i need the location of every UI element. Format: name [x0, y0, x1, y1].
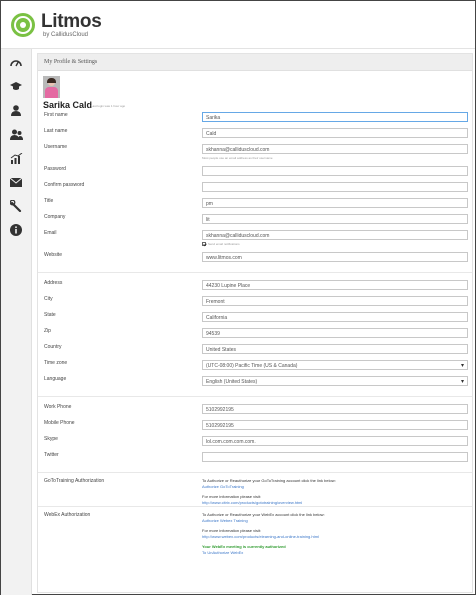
unauthorize-webex-link[interactable]: To UnAuthorize WebEx [202, 550, 243, 555]
zip-input[interactable]: 94539 [202, 328, 468, 338]
work-phone-label: Work Phone [44, 404, 72, 410]
authorize-gototraining-link[interactable]: Authorize GoToTraining [202, 484, 244, 489]
gototraining-intro: To Authorize or Reauthorize your GoToTra… [202, 478, 336, 483]
litmos-logo-icon[interactable] [11, 13, 35, 37]
webex-intro: To Authorize or Reauthorize your WebEx a… [202, 512, 325, 517]
checkbox-icon[interactable] [202, 242, 206, 246]
last-name-label: Last name [44, 128, 68, 134]
language-select[interactable]: English (United States) [202, 376, 468, 386]
section-divider [38, 472, 472, 473]
section-divider [38, 396, 472, 397]
profile-settings-panel: My Profile & Settings Sarika Cald Last l… [37, 53, 473, 593]
city-label: City [44, 296, 53, 302]
time-zone-select[interactable]: (UTC-08:00) Pacific Time (US & Canada) [202, 360, 468, 370]
user-icon[interactable] [8, 102, 24, 118]
country-label: Country [44, 344, 62, 350]
address-label: Address [44, 280, 63, 286]
sidebar [1, 49, 32, 595]
gototraining-label: GoToTraining Authorization [44, 478, 105, 484]
authorize-webex-link[interactable]: Authorize Webex Training [202, 518, 248, 523]
title-input[interactable]: pm [202, 198, 468, 208]
top-bar: Litmos by CallidusCloud [1, 1, 475, 49]
first-name-label: First name [44, 112, 68, 118]
title-label: Title [44, 198, 54, 204]
skype-input[interactable]: lol.com.com.com.com. [202, 436, 468, 446]
website-input[interactable]: www.litmos.com [202, 252, 468, 262]
webex-url-link[interactable]: http://www.webex.com/products/elearning-… [202, 534, 319, 539]
gototraining-url-link[interactable]: http://www.citrix.com/products/gototrain… [202, 500, 302, 505]
skype-label: Skype [44, 436, 58, 442]
time-zone-label: Time zone [44, 360, 68, 366]
mobile-phone-label: Mobile Phone [44, 420, 75, 426]
username-input[interactable]: skhanna@calliduscloud.com [202, 144, 468, 154]
last-login-text: Last login was 1 hour ago [91, 104, 126, 108]
work-phone-input[interactable]: 5102992195 [202, 404, 468, 414]
username-hint: Most people use an email address as thei… [202, 156, 273, 160]
section-divider [38, 272, 472, 273]
city-input[interactable]: Fremont [202, 296, 468, 306]
company-input[interactable]: lit [202, 214, 468, 224]
address-input[interactable]: 44230 Lupine Place [202, 280, 468, 290]
twitter-label: Twitter [44, 452, 59, 458]
logo-text[interactable]: Litmos [41, 11, 102, 33]
confirm-password-input[interactable] [202, 182, 468, 192]
section-divider [38, 506, 472, 507]
users-icon[interactable] [8, 126, 24, 142]
country-input[interactable]: United States [202, 344, 468, 354]
email-label: Email [44, 230, 57, 236]
company-label: Company [44, 214, 66, 220]
bar-chart-icon[interactable] [8, 150, 24, 166]
page-title: My Profile & Settings [38, 54, 472, 71]
envelope-icon[interactable] [8, 174, 24, 190]
dashboard-icon[interactable] [8, 54, 24, 70]
avatar[interactable] [43, 76, 60, 98]
password-input[interactable] [202, 166, 468, 176]
webex-label: WebEx Authorization [44, 512, 91, 518]
password-label: Password [44, 166, 66, 172]
state-input[interactable]: California [202, 312, 468, 322]
gototraining-more-info: For more information please visit: [202, 494, 262, 499]
logo-subtitle: by CallidusCloud [43, 32, 89, 38]
info-icon[interactable] [8, 222, 24, 238]
language-label: Language [44, 376, 67, 382]
first-name-input[interactable]: Sarika [202, 112, 468, 122]
zip-label: Zip [44, 328, 51, 334]
mobile-phone-input[interactable]: 5102992195 [202, 420, 468, 430]
email-input[interactable]: skhanna@calliduscloud.com [202, 230, 468, 240]
confirm-password-label: Confirm password [44, 182, 85, 188]
email-notifications-label: Send email notifications [208, 242, 240, 246]
website-label: Website [44, 252, 62, 258]
profile-name: Sarika Cald [43, 100, 93, 110]
last-name-input[interactable]: Cald [202, 128, 468, 138]
webex-more-info: For more information please visit: [202, 528, 262, 533]
webex-status: Your WebEx meeting is currently authoriz… [202, 544, 286, 549]
email-notifications-checkbox[interactable]: Send email notifications [202, 242, 240, 246]
username-label: Username [44, 144, 68, 150]
wrench-icon[interactable] [8, 198, 24, 214]
graduation-cap-icon[interactable] [8, 78, 24, 94]
twitter-input[interactable] [202, 452, 468, 462]
state-label: State [44, 312, 56, 318]
